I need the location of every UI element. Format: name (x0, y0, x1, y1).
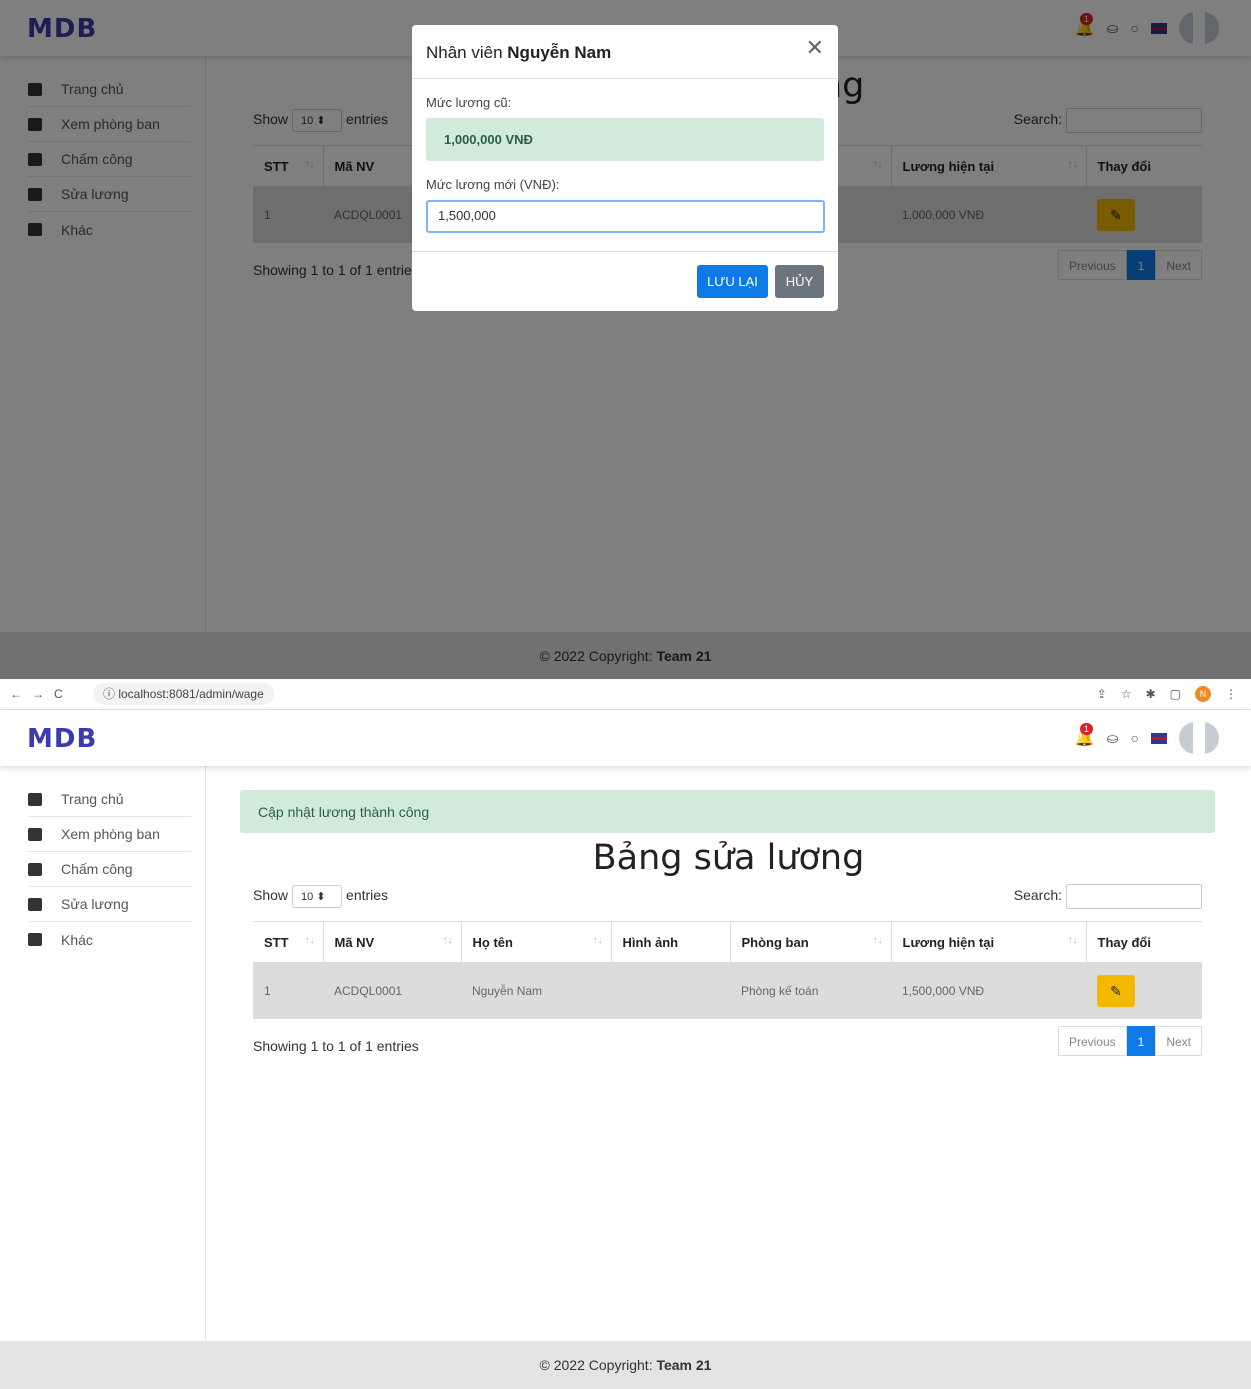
column-header: Thay đổi (1086, 921, 1202, 963)
uk-flag-icon[interactable] (1151, 732, 1167, 744)
sidebar-item-sua-luong[interactable]: Sửa lương (28, 887, 191, 922)
sort-icon: ↑↓ (872, 935, 883, 946)
building-icon (28, 827, 42, 841)
wage-table: STT ↑↓ Mã NV ↑↓ Họ tên ↑↓ Hình ảnh Phòng ba… (253, 921, 1202, 1019)
address-bar[interactable]: ⓘ localhost:8081/admin/wage (93, 683, 274, 705)
url-text: localhost:8081/admin/wage (118, 687, 264, 701)
previous-button[interactable]: Previous (1057, 1026, 1127, 1056)
cell-stt: 1 (253, 962, 323, 1019)
star-icon[interactable]: ☆ (1121, 687, 1132, 701)
share-icon[interactable]: ⇪ (1097, 687, 1107, 701)
sidebar-item-label: Trang chủ (61, 791, 124, 807)
search-control: Search: (1014, 884, 1202, 909)
paint-bucket-icon[interactable]: ⛀ (1107, 730, 1119, 747)
modal-title-prefix: Nhân viên (426, 43, 508, 62)
modal-employee-name: Nguyễn Nam (507, 43, 612, 62)
old-wage-label: Mức lương cũ: (426, 95, 512, 110)
cell-action: ✎ (1086, 962, 1202, 1019)
menu-icon[interactable]: ⋮ (1225, 687, 1237, 701)
page-1-button[interactable]: 1 (1126, 1026, 1156, 1056)
page-length-select[interactable]: 10 ⬍ (292, 885, 343, 908)
bell-icon[interactable]: 🔔1 (1075, 723, 1095, 748)
success-alert: Cập nhật lương thành công (240, 790, 1215, 833)
pagination: Previous 1 Next (1057, 1026, 1202, 1056)
github-icon[interactable]: ○ (1131, 730, 1139, 746)
sort-icon: ↑↓ (592, 935, 603, 946)
column-header: Hình ảnh (611, 921, 731, 963)
header-label: Thay đổi (1097, 934, 1151, 950)
edit-wage-button[interactable]: ✎ (1097, 974, 1135, 1007)
sort-icon: ↑↓ (1067, 935, 1078, 946)
edit-wage-modal: Nhân viên Nguyễn Nam ✕ Mức lương cũ: 1,0… (412, 25, 838, 311)
browser-extensions: ⇪ ☆ ✱ ▢ N ⋮ (1097, 686, 1237, 702)
profile-avatar[interactable]: N (1195, 686, 1211, 702)
cell-phong-ban: Phòng kế toán (730, 962, 891, 1019)
notification-badge: 1 (1079, 723, 1093, 735)
header-label: Lương hiện tại (902, 934, 995, 950)
footer: © 2022 Copyright: Team 21 (0, 1341, 1251, 1389)
next-button[interactable]: Next (1155, 1026, 1202, 1056)
show-label: Show (253, 887, 289, 904)
header-label: Họ tên (472, 934, 513, 950)
sidebar-item-xem-phong-ban[interactable]: Xem phòng ban (28, 817, 191, 852)
header-label: Hình ảnh (622, 934, 679, 950)
sidebar: Trang chủ Xem phòng ban Chấm công Sửa lư… (0, 766, 206, 1341)
sort-icon: ↑↓ (304, 935, 315, 946)
sidebar-item-label: Xem phòng ban (61, 826, 160, 842)
top-navbar: MDB 🔔1 ⛀ ○ (0, 710, 1251, 766)
page-title: Bảng sửa lương (592, 838, 865, 878)
cell-ma-nv: ACDQL0001 (323, 962, 461, 1019)
modal-header: Nhân viên Nguyễn Nam ✕ (412, 25, 838, 79)
sidebar-item-label: Sửa lương (61, 896, 129, 912)
header-label: Phòng ban (741, 934, 809, 950)
new-wage-input[interactable]: 1,500,000 (426, 200, 825, 233)
screen-before: MDB 🔔1 ⛀ ○ Trang chủ Xem phòng ban Chấm … (0, 0, 1251, 679)
screen-after: ←→C ⓘ localhost:8081/admin/wage ⇪ ☆ ✱ ▢ … (0, 679, 1251, 1389)
column-header[interactable]: Họ tên ↑↓ (461, 921, 612, 963)
cell-ho-ten: Nguyễn Nam (461, 962, 611, 1019)
sidebar-item-trang-chu[interactable]: Trang chủ (28, 782, 191, 817)
header-label: STT (264, 934, 289, 950)
column-header[interactable]: Mã NV ↑↓ (323, 921, 462, 963)
table-row: 1 ACDQL0001 Nguyễn Nam Phòng kế toán 1,5… (253, 962, 1202, 1019)
column-header[interactable]: Lương hiện tại ↑↓ (891, 921, 1087, 963)
search-input[interactable] (1066, 884, 1202, 909)
sidebar-item-cham-cong[interactable]: Chấm công (28, 852, 191, 887)
grid-icon (28, 933, 42, 946)
column-header[interactable]: Phòng ban ↑↓ (730, 921, 892, 963)
modal-body: Mức lương cũ: 1,000,000 VNĐ Mức lương mớ… (412, 79, 838, 233)
entries-label: entries (346, 887, 389, 904)
length-control: Show10 ⬍entries (253, 885, 388, 908)
close-icon[interactable]: ✕ (806, 35, 824, 61)
dashboard-icon (28, 792, 42, 806)
browser-toolbar: ←→C ⓘ localhost:8081/admin/wage ⇪ ☆ ✱ ▢ … (0, 679, 1251, 710)
extension-icon[interactable]: ✱ (1146, 687, 1156, 701)
cell-luong: 1,500,000 VNĐ (891, 962, 1086, 1019)
header-label: Mã NV (334, 934, 375, 950)
table-info: Showing 1 to 1 of 1 entries (253, 1038, 419, 1054)
footer-brand: Team 21 (656, 1357, 712, 1373)
avatar[interactable] (1179, 722, 1219, 754)
sidebar-item-label: Khác (61, 931, 93, 948)
cell-hinh-anh (611, 962, 730, 1019)
footer-text: © 2022 Copyright: (539, 1357, 657, 1373)
column-header[interactable]: STT ↑↓ (253, 921, 324, 963)
calendar-icon (28, 862, 42, 876)
new-wage-label: Mức lương mới (VNĐ): (426, 177, 560, 192)
search-label: Search: (1013, 887, 1062, 904)
modal-footer: LƯU LẠI HỦY (412, 251, 838, 311)
sidebar-item-label: Chấm công (61, 861, 133, 877)
old-wage-value: 1,000,000 VNĐ (426, 118, 824, 161)
app-logo[interactable]: MDB (27, 724, 97, 754)
sidepanel-icon[interactable]: ▢ (1170, 687, 1181, 701)
sort-icon: ↑↓ (442, 935, 453, 946)
save-button[interactable]: LƯU LẠI (697, 265, 768, 298)
money-icon (28, 897, 42, 911)
browser-nav-icons[interactable]: ←→C (10, 687, 73, 701)
cancel-button[interactable]: HỦY (775, 265, 824, 298)
sidebar-item-khac[interactable]: Khác (28, 922, 191, 957)
main-content: Cập nhật lương thành công Bảng sửa lương… (206, 766, 1251, 1341)
page-length-value: 10 (301, 891, 314, 903)
